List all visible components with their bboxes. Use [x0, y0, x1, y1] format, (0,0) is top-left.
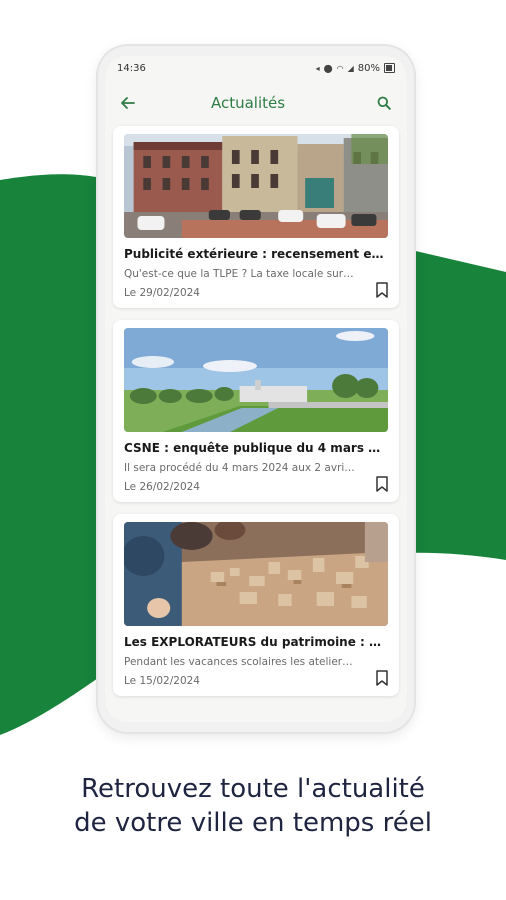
mute-icon: ◂	[315, 63, 320, 73]
card-date: Le 15/02/2024	[124, 675, 200, 687]
card-excerpt: Qu'est-ce que la TLPE ? La taxe locale s…	[124, 268, 354, 280]
bookmark-icon[interactable]	[375, 670, 389, 686]
caption-line-1: Retrouvez toute l'actualité	[81, 774, 425, 804]
card-title: Publicité extérieure : recensement e…	[124, 247, 384, 261]
card-excerpt: Il sera procédé du 4 mars 2024 aux 2 avr…	[124, 462, 355, 474]
card-title: CSNE : enquête publique du 4 mars …	[124, 441, 381, 455]
search-button[interactable]	[371, 90, 397, 116]
canal-landscape-photo	[124, 328, 388, 432]
bookmark-icon[interactable]	[375, 282, 389, 298]
app-bar: Actualités	[105, 80, 407, 126]
status-bar: 14:36 ◂ ⬤ ◠ ◢ 80%	[105, 56, 407, 80]
location-icon: ⬤	[323, 63, 333, 73]
news-card[interactable]: Publicité extérieure : recensement e… Qu…	[113, 126, 399, 308]
card-date: Le 29/02/2024	[124, 287, 200, 299]
promo-caption: Retrouvez toute l'actualité de votre vil…	[0, 772, 506, 840]
news-card[interactable]: CSNE : enquête publique du 4 mars … Il s…	[113, 320, 399, 502]
page-title: Actualités	[210, 94, 286, 112]
back-button[interactable]	[115, 90, 141, 116]
wifi-icon: ◠	[336, 63, 344, 73]
news-card[interactable]: Les EXPLORATEURS du patrimoine : … Penda…	[113, 514, 399, 696]
battery-percent: 80%	[357, 62, 380, 74]
phone-screen: 14:36 ◂ ⬤ ◠ ◢ 80% Actualités Publicité e…	[105, 56, 407, 722]
card-excerpt: Pendant les vacances scolaires les ateli…	[124, 656, 353, 668]
search-icon	[377, 96, 391, 110]
caption-line-2: de votre ville en temps réel	[74, 808, 432, 838]
battery-icon	[384, 63, 395, 73]
news-feed: Publicité extérieure : recensement e… Qu…	[105, 126, 407, 696]
arrow-left-icon	[121, 97, 135, 109]
bookmark-icon[interactable]	[375, 476, 389, 492]
card-date: Le 26/02/2024	[124, 481, 200, 493]
status-time: 14:36	[117, 62, 146, 74]
status-icons: ◂ ⬤ ◠ ◢ 80%	[316, 63, 395, 74]
signal-icon: ◢	[347, 63, 354, 73]
town-square-photo	[124, 134, 388, 238]
card-title: Les EXPLORATEURS du patrimoine : …	[124, 635, 382, 649]
children-model-workshop-photo	[124, 522, 388, 626]
phone-frame: 14:36 ◂ ⬤ ◠ ◢ 80% Actualités Publicité e…	[98, 46, 414, 732]
